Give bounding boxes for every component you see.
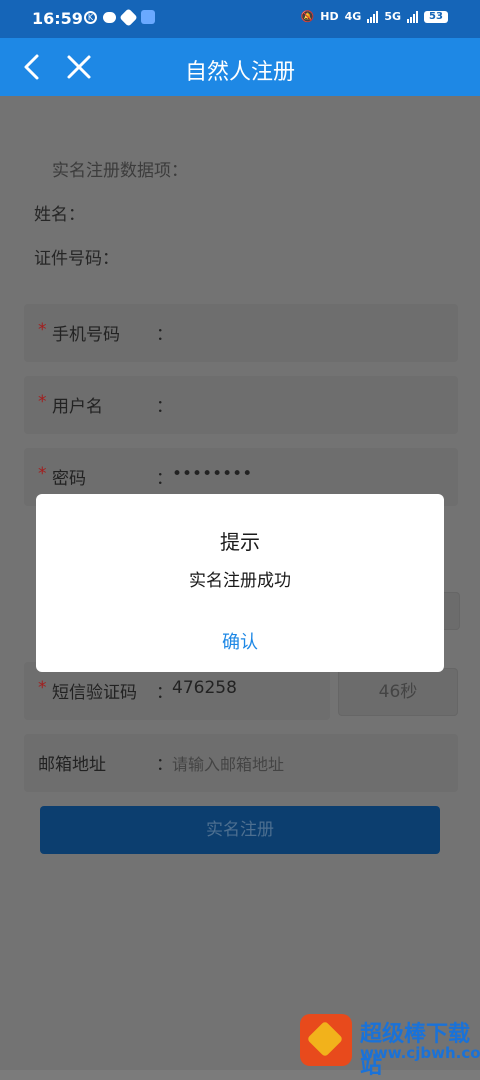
password-label: 密码	[52, 469, 86, 489]
email-label: 邮箱地址	[38, 755, 106, 775]
hd-network-label: HD	[320, 10, 339, 23]
5g-label: 5G	[384, 10, 401, 23]
username-label: 用户名	[52, 397, 103, 417]
sms-code-label: 短信验证码	[52, 683, 137, 703]
mute-icon: 🔕	[300, 10, 315, 23]
app-notification-icon	[141, 10, 155, 24]
password-value: ••••••••	[172, 464, 253, 484]
colon: ：	[156, 683, 173, 703]
k-app-icon: K	[84, 10, 97, 24]
email-field[interactable]: 邮箱地址 ： 请输入邮箱地址	[24, 734, 458, 792]
colon: ：	[156, 397, 173, 417]
colon: ：	[156, 755, 173, 775]
phone-field[interactable]: * 手机号码 ：	[24, 304, 458, 362]
battery-icon: 53	[424, 10, 448, 23]
dialog-title: 提示	[220, 530, 260, 554]
success-dialog: 提示 实名注册成功 确认	[36, 494, 444, 672]
section-title: 实名注册数据项：	[52, 161, 188, 181]
navigation-bar: 自然人注册	[0, 38, 480, 96]
required-mark: *	[38, 678, 47, 698]
confirm-button[interactable]: 确认	[36, 628, 444, 654]
phone-label: 手机号码	[52, 325, 120, 345]
colon: ：	[156, 469, 173, 489]
signal-bars-icon	[367, 10, 379, 23]
status-indicators: 🔕 HD 4G 5G 53	[301, 10, 448, 23]
fan-app-icon	[119, 7, 138, 27]
status-time: 16:59	[32, 9, 83, 28]
watermark: 超级棒下载站 www.cjbwh.com	[300, 1012, 480, 1079]
real-name-register-button[interactable]: 实名注册	[40, 806, 440, 854]
signal-bars-icon-2	[407, 10, 418, 23]
dialog-message: 实名注册成功	[189, 571, 291, 591]
status-bar: 16:59 K 🔕 HD 4G 5G 53	[0, 0, 480, 38]
required-mark: *	[38, 464, 47, 484]
username-field[interactable]: * 用户名 ：	[24, 376, 458, 434]
message-bubble-icon	[103, 11, 116, 23]
required-mark: *	[38, 320, 47, 340]
notification-icons: K	[84, 7, 155, 27]
email-placeholder: 请输入邮箱地址	[172, 755, 285, 774]
sms-countdown-button[interactable]: 46秒	[338, 668, 458, 716]
4g-label: 4G	[344, 10, 362, 23]
watermark-logo-icon	[300, 1014, 352, 1066]
watermark-url: www.cjbwh.com	[360, 1044, 480, 1062]
name-label: 姓名：	[34, 205, 85, 225]
page-title: 自然人注册	[184, 60, 295, 85]
id-number-label: 证件号码：	[34, 249, 119, 269]
sms-code-value: 476258	[172, 678, 237, 698]
colon: ：	[156, 325, 173, 345]
required-mark: *	[38, 392, 47, 412]
